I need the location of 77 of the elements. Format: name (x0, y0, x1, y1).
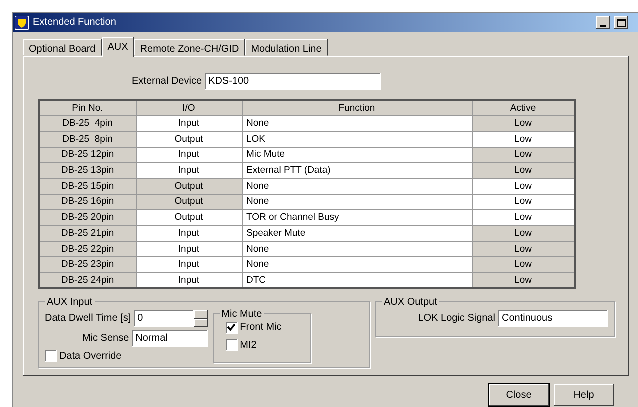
spinner-arrows-icon[interactable] (194, 310, 208, 328)
shield-icon (15, 16, 29, 30)
table-cell[interactable]: Input (136, 147, 242, 163)
field-label: External Device (132, 75, 202, 89)
table-cell[interactable]: LOK (242, 131, 472, 148)
table-cell[interactable]: Low (472, 272, 575, 288)
window-title: Extended Function (33, 16, 118, 30)
table-cell[interactable]: External PTT (Data) (242, 162, 472, 178)
minimize-icon (600, 24, 606, 26)
column-header: I/O (136, 100, 242, 116)
maximize-button[interactable] (614, 16, 628, 29)
field-label: Data Dwell Time [s] (45, 312, 132, 326)
tab[interactable]: Modulation Line (245, 39, 328, 56)
table-cell: DB-25 22pin (39, 241, 136, 257)
tab[interactable]: Remote Zone-CH/GID (134, 39, 246, 56)
minimize-button[interactable] (596, 16, 610, 29)
group-title: AUX Input (45, 295, 95, 310)
checkbox[interactable] (226, 339, 238, 352)
table-cell[interactable]: Input (136, 162, 242, 178)
table-cell[interactable]: None (242, 194, 472, 210)
tab[interactable]: Optional Board (23, 39, 102, 56)
table-cell[interactable]: None (242, 241, 472, 257)
table-cell[interactable]: Mic Mute (242, 147, 472, 163)
table-cell: DB-25 13pin (39, 162, 136, 178)
group-title: AUX Output (382, 295, 440, 310)
table-cell: DB-25 16pin (39, 194, 136, 210)
field-label: Mic Sense (82, 332, 130, 346)
table-cell[interactable]: Low (472, 147, 575, 163)
dwell-time-field[interactable]: 0 (134, 310, 194, 328)
table-cell[interactable]: None (242, 256, 472, 273)
checkbox-label: Data Override (60, 350, 122, 364)
table-cell[interactable]: Input (136, 256, 242, 273)
external-device-field[interactable]: KDS-100 (204, 73, 381, 90)
table-cell[interactable]: Output (136, 194, 242, 210)
table-cell: DB-25 20pin (39, 210, 136, 226)
column-header: Function (242, 100, 472, 116)
checkbox-label: MI2 (240, 338, 257, 353)
mic-sense-field[interactable]: Normal (132, 330, 208, 347)
table-cell: DB-25 4pin (39, 116, 136, 132)
table-cell: DB-25 24pin (39, 272, 136, 288)
table-cell[interactable]: Input (136, 116, 242, 132)
field-label: LOK Logic Signal (418, 312, 496, 326)
checkbox[interactable] (226, 322, 238, 334)
checkbox[interactable] (45, 350, 57, 362)
tab[interactable]: AUX (102, 37, 134, 57)
help-button[interactable]: Help (554, 384, 614, 406)
checkbox-label: Front Mic (240, 321, 282, 336)
table-cell[interactable]: Low (472, 116, 575, 132)
table-cell[interactable]: Input (136, 226, 242, 242)
table-cell: DB-25 21pin (39, 226, 136, 242)
table-cell: DB-25 15pin (39, 178, 136, 194)
table-cell[interactable]: Low (472, 194, 575, 210)
table-cell: DB-25 23pin (39, 256, 136, 273)
table-cell[interactable]: Output (136, 178, 242, 194)
table-cell[interactable]: None (242, 116, 472, 132)
table-cell[interactable]: Low (472, 131, 575, 148)
table-cell[interactable]: Low (472, 178, 575, 194)
close-button[interactable]: Close (489, 384, 549, 406)
lok-signal-field[interactable]: Continuous (498, 310, 608, 328)
table-cell[interactable]: TOR or Channel Busy (242, 210, 472, 226)
table-cell[interactable]: Low (472, 226, 575, 242)
table-cell[interactable]: None (242, 178, 472, 194)
table-cell[interactable]: Speaker Mute (242, 226, 472, 242)
column-header: Active (472, 100, 575, 116)
table-cell[interactable]: Low (472, 256, 575, 273)
table-cell[interactable]: Low (472, 210, 575, 226)
maximize-icon (616, 18, 626, 26)
table-cell: DB-25 12pin (39, 147, 136, 163)
table-cell: DB-25 8pin (39, 131, 136, 148)
table-cell[interactable]: DTC (242, 272, 472, 288)
table-cell[interactable]: Output (136, 210, 242, 226)
table-cell[interactable]: Low (472, 241, 575, 257)
table-cell[interactable]: Input (136, 272, 242, 288)
table-cell[interactable]: Input (136, 241, 242, 257)
table-cell[interactable]: Output (136, 131, 242, 148)
column-header: Pin No. (39, 100, 136, 116)
table-cell[interactable]: Low (472, 162, 575, 178)
